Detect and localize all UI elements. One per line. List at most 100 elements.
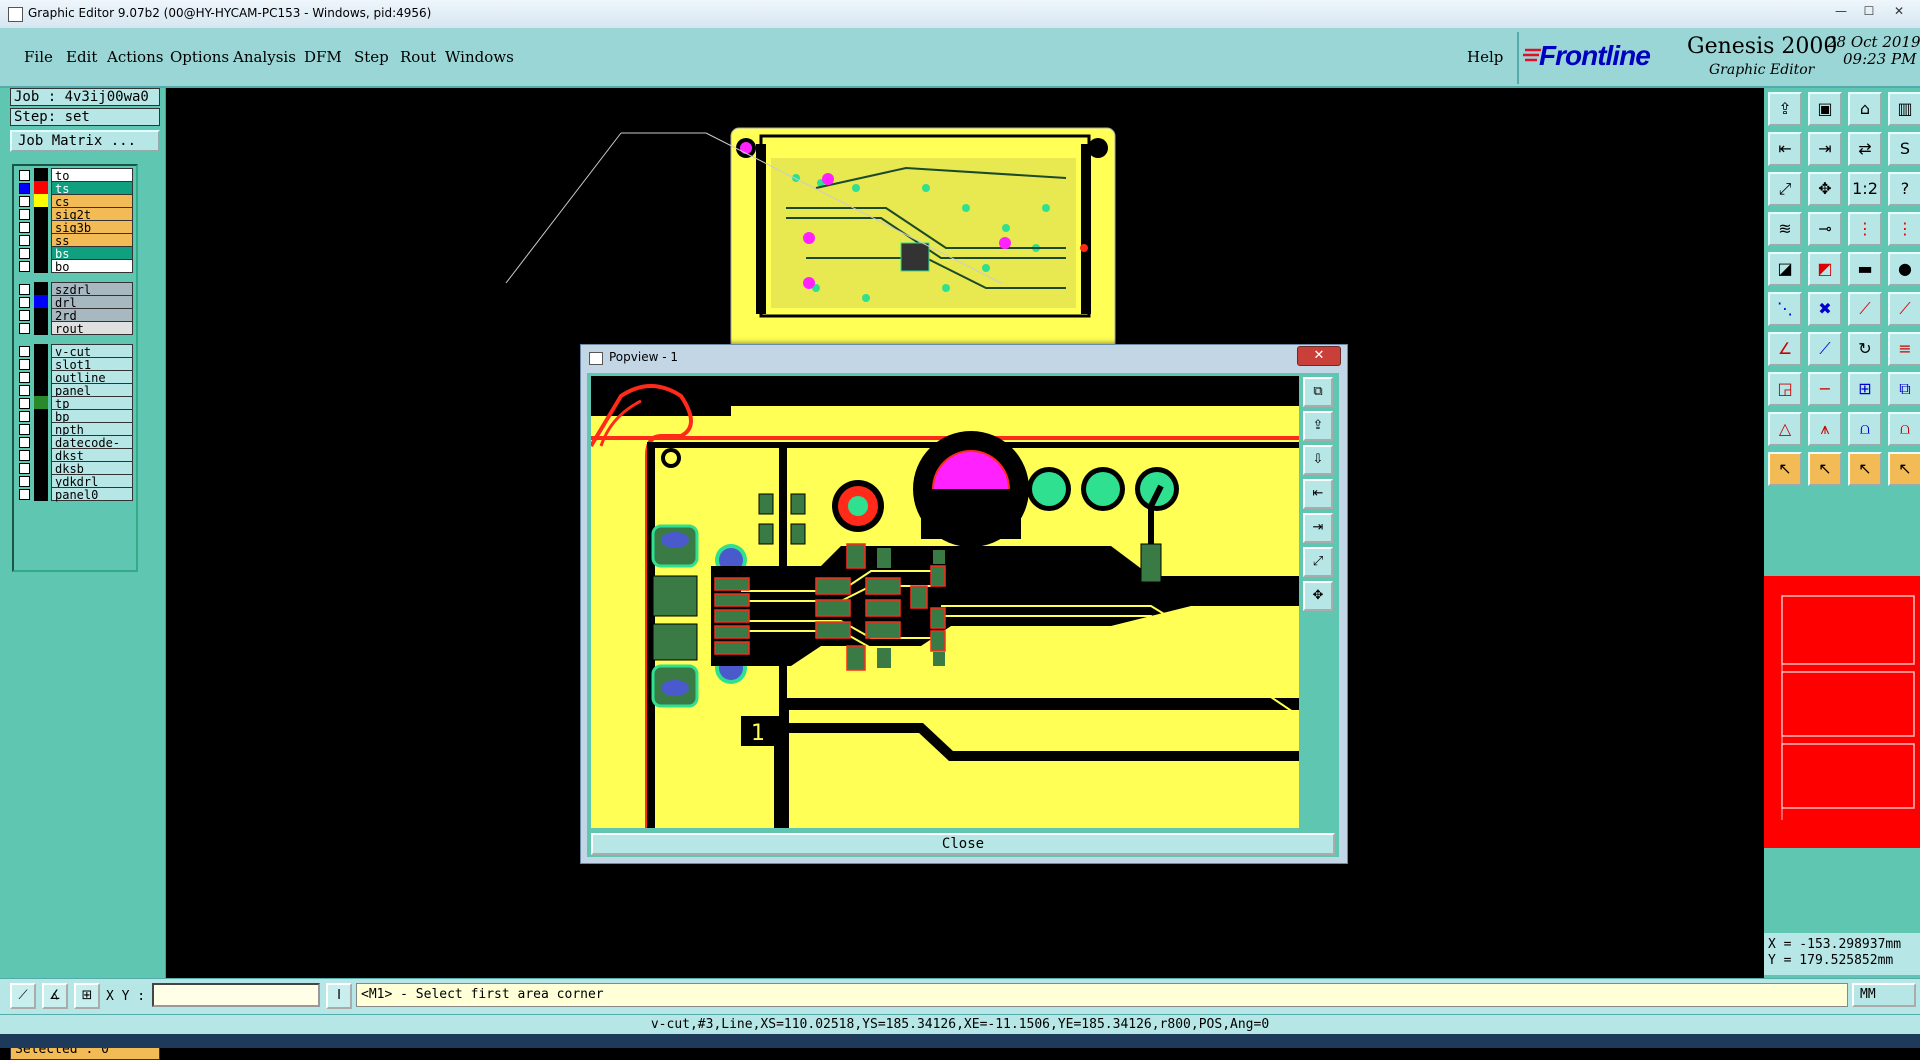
layer-row[interactable]: 2rd [16,308,134,323]
tool-fit-icon[interactable]: ⤢ [1768,172,1802,206]
menu-actions[interactable]: Actions [107,48,163,66]
layer-color-swatch[interactable] [34,409,48,423]
layer-color-swatch[interactable] [34,295,48,309]
layer-color-swatch[interactable] [34,474,48,488]
layer-name[interactable]: drl [51,295,133,310]
layer-color-swatch[interactable] [34,282,48,296]
layer-checkbox[interactable] [19,359,30,370]
panel-thumbnail[interactable] [1764,576,1920,848]
grid-icon[interactable]: ⊞ [74,983,100,1009]
layer-name[interactable]: ydkdrl [51,474,133,489]
layer-checkbox[interactable] [19,170,30,181]
minimize-icon[interactable]: — [1828,3,1854,19]
layer-row[interactable]: drl [16,295,134,310]
popview-bottom-icon[interactable]: ⇩ [1303,445,1333,475]
popview-close-icon[interactable]: ✕ [1297,346,1341,366]
layer-checkbox[interactable] [19,297,30,308]
tool-pad-icon[interactable]: ◪ [1768,252,1802,286]
layer-checkbox[interactable] [19,476,30,487]
layer-color-swatch[interactable] [34,207,48,221]
units-selector[interactable]: MM [1852,983,1916,1007]
layer-color-swatch[interactable] [34,461,48,475]
layer-name[interactable]: rout [51,321,133,336]
layer-color-swatch[interactable] [34,448,48,462]
layer-row[interactable]: bp [16,409,134,424]
tool-help-icon[interactable]: ? [1888,172,1920,206]
layer-name[interactable]: slot1 [51,357,133,372]
layer-checkbox[interactable] [19,463,30,474]
tool-snake-icon[interactable]: S [1888,132,1920,166]
tool-arc-icon[interactable]: ↻ [1848,332,1882,366]
popview-pan-icon[interactable]: ✥ [1303,581,1333,611]
layer-name[interactable]: dkst [51,448,133,463]
layer-color-swatch[interactable] [34,181,48,195]
layer-color-swatch[interactable] [34,246,48,260]
menu-step[interactable]: Step [354,48,389,66]
tool-select-pad-icon[interactable]: ◲ [1768,372,1802,406]
layer-row[interactable]: to [16,168,134,183]
tool-pointer3-icon[interactable]: ↖ [1848,452,1882,486]
popview-zoom-box-icon[interactable]: ⧉ [1303,377,1333,407]
layer-name[interactable]: v-cut [51,344,133,359]
layer-row[interactable]: ts [16,181,134,196]
layer-color-swatch[interactable] [34,220,48,234]
menu-file[interactable]: File [24,48,53,66]
layer-row[interactable]: ydkdrl [16,474,134,489]
layer-checkbox[interactable] [19,323,30,334]
menu-rout[interactable]: Rout [400,48,436,66]
layer-row[interactable]: datecode-bs [16,435,134,464]
tool-group-icon[interactable]: ⧉ [1888,372,1920,406]
tool-measure-icon[interactable]: ≋ [1768,212,1802,246]
layer-color-swatch[interactable] [34,233,48,247]
layer-name[interactable]: panel0 [51,487,133,502]
menu-windows[interactable]: Windows [445,48,514,66]
tool-grid-icon[interactable]: ⊞ [1848,372,1882,406]
tool-pan-icon[interactable]: ✥ [1808,172,1842,206]
menu-analysis[interactable]: Analysis [233,48,296,66]
tool-node-icon[interactable]: ⟋ [1848,292,1882,326]
popview-right-icon[interactable]: ⇥ [1303,513,1333,543]
layer-color-swatch[interactable] [34,321,48,335]
popview-detail-canvas[interactable]: 1 [591,376,1299,828]
popview-left-icon[interactable]: ⇤ [1303,479,1333,509]
layer-checkbox[interactable] [19,209,30,220]
layer-color-swatch[interactable] [34,435,48,449]
layer-row[interactable]: dkst [16,448,134,463]
layer-color-swatch[interactable] [34,357,48,371]
layer-row[interactable]: cs [16,194,134,209]
layer-color-swatch[interactable] [34,194,48,208]
tool-dot-icon[interactable]: ● [1888,252,1920,286]
layer-color-swatch[interactable] [34,168,48,182]
tool-save-icon[interactable]: ▣ [1808,92,1842,126]
layer-color-swatch[interactable] [34,383,48,397]
layer-checkbox[interactable] [19,235,30,246]
tool-swap-icon[interactable]: ⇄ [1848,132,1882,166]
layer-name[interactable]: npth [51,422,133,437]
layer-row[interactable]: sig3b [16,220,134,235]
layer-row[interactable]: bs [16,246,134,261]
layer-row[interactable]: v-cut [16,344,134,359]
tool-bar-icon[interactable]: ▬ [1848,252,1882,286]
layer-checkbox[interactable] [19,183,30,194]
tool-connect-icon[interactable]: ⋱ [1768,292,1802,326]
cursor-icon[interactable]: I [326,983,352,1009]
tool-pointer2-icon[interactable]: ↖ [1808,452,1842,486]
layer-name[interactable]: bs [51,246,133,261]
layer-row[interactable]: dksb [16,461,134,476]
layer-checkbox[interactable] [19,222,30,233]
layer-name[interactable]: bo [51,259,133,274]
layer-row[interactable]: szdrl [16,282,134,297]
layer-checkbox[interactable] [19,372,30,383]
tool-import-icon[interactable]: ⇤ [1768,132,1802,166]
tool-pointer-icon[interactable]: ↖ [1768,452,1802,486]
layer-name[interactable]: sig3b [51,220,133,235]
layer-row[interactable]: slot1 [16,357,134,372]
tool-net2-icon[interactable]: ⋮ [1888,212,1920,246]
layer-color-swatch[interactable] [34,396,48,410]
tool-angle-icon[interactable]: ∠ [1768,332,1802,366]
layer-name[interactable]: sig2t [51,207,133,222]
layer-checkbox[interactable] [19,411,30,422]
layer-name[interactable]: ts [51,181,133,196]
tool-net-icon[interactable]: ⋮ [1848,212,1882,246]
tool-triangle-icon[interactable]: △ [1768,412,1802,446]
